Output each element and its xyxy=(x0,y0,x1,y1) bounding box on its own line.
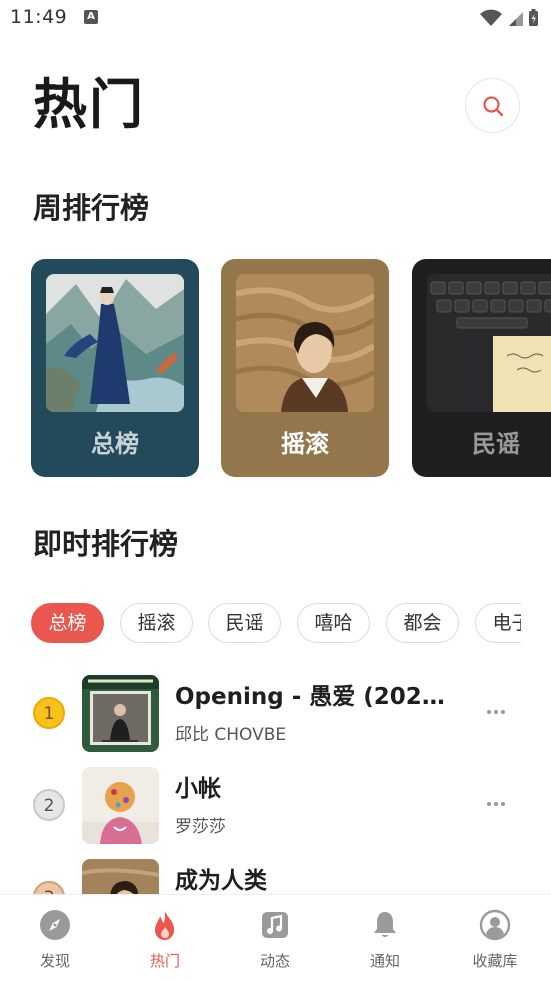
chart-card-folk[interactable]: 民谣 xyxy=(412,259,551,477)
song-title: Opening - 愚爱 (2025千... xyxy=(175,684,460,710)
nav-label: 发现 xyxy=(39,952,70,970)
list-item[interactable]: 1 Opening - 愚爱 (2025千... 邱比 CHOVBE xyxy=(0,670,551,752)
song-artist: 邱比 CHOVBE xyxy=(175,725,287,745)
wifi-icon xyxy=(480,9,502,26)
chip-rock[interactable]: 摇滚 xyxy=(120,603,193,643)
chip-overall[interactable]: 总榜 xyxy=(31,603,104,643)
instant-chart-title: 即时排行榜 xyxy=(33,527,179,561)
chart-cover-art xyxy=(46,274,184,412)
chip-folk[interactable]: 民谣 xyxy=(208,603,281,643)
song-cover xyxy=(82,675,159,752)
chart-card-rock[interactable]: 摇滚 xyxy=(221,259,389,477)
compass-icon xyxy=(40,910,70,940)
system-status-icons xyxy=(480,9,538,26)
chip-electronic[interactable]: 电子 xyxy=(475,603,521,643)
rank-badge: 1 xyxy=(33,697,65,729)
page-title: 热门 xyxy=(33,73,145,136)
weekly-chart-cards: 总榜 摇滚 民谣 xyxy=(31,259,551,477)
list-item[interactable]: 2 小帐 罗莎莎 xyxy=(0,762,551,844)
status-bar: 11:49 A xyxy=(0,0,551,36)
list-item[interactable]: 3 成为人类 xyxy=(0,854,551,894)
bottom-navigation: 发现 热门 动态 通知 收藏库 xyxy=(0,894,551,981)
nav-item-discover[interactable]: 发现 xyxy=(0,895,110,981)
search-icon xyxy=(482,95,503,116)
more-options-icon[interactable] xyxy=(484,700,508,724)
more-options-icon[interactable] xyxy=(484,884,508,894)
nav-item-feed[interactable]: 动态 xyxy=(220,895,330,981)
nav-label: 收藏库 xyxy=(472,952,518,970)
chart-cover-art xyxy=(427,274,551,412)
nav-item-library[interactable]: 收藏库 xyxy=(440,895,550,981)
nav-label: 热门 xyxy=(149,952,180,970)
song-artist: 罗莎莎 xyxy=(175,817,226,837)
nav-label: 通知 xyxy=(369,952,400,970)
chip-hiphop[interactable]: 嘻哈 xyxy=(297,603,370,643)
chip-urban[interactable]: 都会 xyxy=(386,603,459,643)
music-note-icon xyxy=(262,912,288,938)
search-button[interactable] xyxy=(465,78,520,133)
chart-card-label: 民谣 xyxy=(472,430,520,458)
rank-badge: 3 xyxy=(33,881,65,894)
nav-item-hot[interactable]: 热门 xyxy=(110,895,220,981)
song-title: 成为人类 xyxy=(175,868,267,894)
genre-filter-chips: 总榜 摇滚 民谣 嘻哈 都会 电子 xyxy=(31,603,521,643)
ranking-list: 1 Opening - 愚爱 (2025千... 邱比 CHOVBE 2 小帐 … xyxy=(0,668,551,894)
chart-card-label: 摇滚 xyxy=(281,430,329,458)
rank-badge: 2 xyxy=(33,789,65,821)
weekly-chart-title: 周排行榜 xyxy=(33,191,150,225)
notification-icon: A xyxy=(84,10,98,24)
song-cover xyxy=(82,767,159,844)
bell-icon xyxy=(374,912,396,937)
chart-card-overall[interactable]: 总榜 xyxy=(31,259,199,477)
flame-icon xyxy=(155,911,175,940)
more-options-icon[interactable] xyxy=(484,792,508,816)
user-icon xyxy=(479,909,511,941)
chart-card-label: 总榜 xyxy=(91,430,139,458)
status-time: 11:49 xyxy=(10,6,68,28)
song-cover xyxy=(82,859,159,894)
song-title: 小帐 xyxy=(175,776,221,802)
nav-item-notifications[interactable]: 通知 xyxy=(330,895,440,981)
nav-label: 动态 xyxy=(259,952,290,970)
chart-cover-art xyxy=(236,274,374,412)
